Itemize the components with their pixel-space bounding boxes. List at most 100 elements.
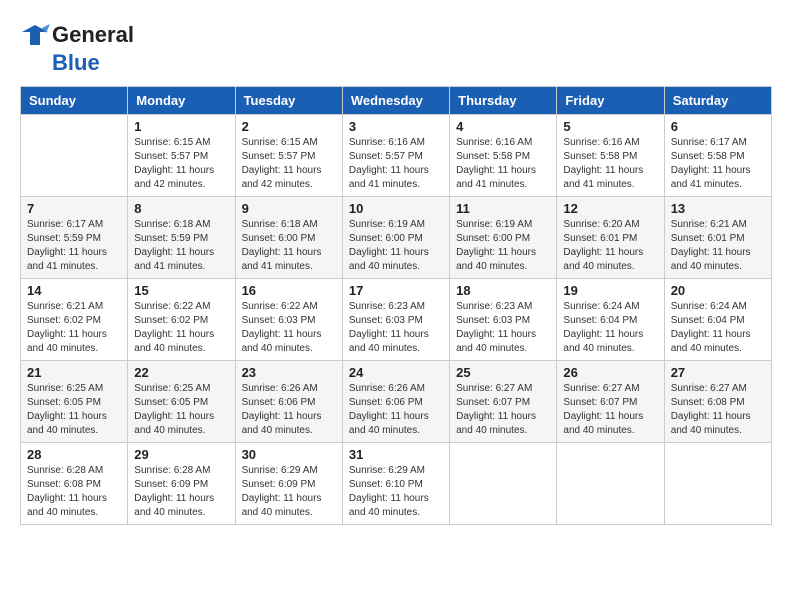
calendar-cell: 28 Sunrise: 6:28 AM Sunset: 6:08 PM Dayli… [21,443,128,525]
day-info: Sunrise: 6:18 AM Sunset: 6:00 PM Dayligh… [242,218,336,274]
logo-text-blue: Blue [52,50,100,76]
calendar-week-row: 14 Sunrise: 6:21 AM Sunset: 6:02 PM Dayli… [21,279,772,361]
day-number: 9 [242,201,336,216]
day-number: 31 [349,447,443,462]
calendar-cell: 1 Sunrise: 6:15 AM Sunset: 5:57 PM Daylig… [128,115,235,197]
calendar-cell: 25 Sunrise: 6:27 AM Sunset: 6:07 PM Dayli… [450,361,557,443]
calendar-cell [21,115,128,197]
calendar-week-row: 1 Sunrise: 6:15 AM Sunset: 5:57 PM Daylig… [21,115,772,197]
calendar-cell: 11 Sunrise: 6:19 AM Sunset: 6:00 PM Dayli… [450,197,557,279]
day-info: Sunrise: 6:27 AM Sunset: 6:07 PM Dayligh… [456,382,550,438]
calendar-cell [664,443,771,525]
day-number: 17 [349,283,443,298]
day-info: Sunrise: 6:26 AM Sunset: 6:06 PM Dayligh… [349,382,443,438]
calendar-cell: 13 Sunrise: 6:21 AM Sunset: 6:01 PM Dayli… [664,197,771,279]
calendar-cell: 3Sunrise: 6:16 AM Sunset: 5:57 PM Daylig… [342,115,449,197]
calendar-cell: 9 Sunrise: 6:18 AM Sunset: 6:00 PM Daylig… [235,197,342,279]
day-info: Sunrise: 6:16 AM Sunset: 5:57 PM Dayligh… [349,136,443,192]
day-number: 15 [134,283,228,298]
calendar-cell: 10Sunrise: 6:19 AM Sunset: 6:00 PM Dayli… [342,197,449,279]
day-info: Sunrise: 6:21 AM Sunset: 6:01 PM Dayligh… [671,218,765,274]
day-info: Sunrise: 6:26 AM Sunset: 6:06 PM Dayligh… [242,382,336,438]
day-number: 28 [27,447,121,462]
day-info: Sunrise: 6:28 AM Sunset: 6:08 PM Dayligh… [27,464,121,520]
day-info: Sunrise: 6:17 AM Sunset: 5:59 PM Dayligh… [27,218,121,274]
calendar-cell [450,443,557,525]
day-info: Sunrise: 6:15 AM Sunset: 5:57 PM Dayligh… [134,136,228,192]
day-number: 8 [134,201,228,216]
calendar-cell: 20Sunrise: 6:24 AM Sunset: 6:04 PM Dayli… [664,279,771,361]
day-info: Sunrise: 6:23 AM Sunset: 6:03 PM Dayligh… [456,300,550,356]
day-number: 12 [563,201,657,216]
logo-text-general: General [52,22,134,48]
column-header-tuesday: Tuesday [235,87,342,115]
calendar-cell: 14 Sunrise: 6:21 AM Sunset: 6:02 PM Dayli… [21,279,128,361]
column-header-monday: Monday [128,87,235,115]
day-info: Sunrise: 6:18 AM Sunset: 5:59 PM Dayligh… [134,218,228,274]
calendar-table: SundayMondayTuesdayWednesdayThursdayFrid… [20,86,772,525]
calendar-cell: 8 Sunrise: 6:18 AM Sunset: 5:59 PM Daylig… [128,197,235,279]
day-number: 14 [27,283,121,298]
column-header-sunday: Sunday [21,87,128,115]
calendar-cell: 6Sunrise: 6:17 AM Sunset: 5:58 PM Daylig… [664,115,771,197]
calendar-cell: 31 Sunrise: 6:29 AM Sunset: 6:10 PM Dayli… [342,443,449,525]
calendar-week-row: 7 Sunrise: 6:17 AM Sunset: 5:59 PM Daylig… [21,197,772,279]
day-number: 5 [563,119,657,134]
day-number: 22 [134,365,228,380]
calendar-cell: 4 Sunrise: 6:16 AM Sunset: 5:58 PM Daylig… [450,115,557,197]
calendar-cell: 22Sunrise: 6:25 AM Sunset: 6:05 PM Dayli… [128,361,235,443]
calendar-cell: 30 Sunrise: 6:29 AM Sunset: 6:09 PM Dayli… [235,443,342,525]
day-info: Sunrise: 6:23 AM Sunset: 6:03 PM Dayligh… [349,300,443,356]
day-info: Sunrise: 6:21 AM Sunset: 6:02 PM Dayligh… [27,300,121,356]
day-number: 21 [27,365,121,380]
day-number: 13 [671,201,765,216]
day-number: 25 [456,365,550,380]
day-info: Sunrise: 6:28 AM Sunset: 6:09 PM Dayligh… [134,464,228,520]
day-info: Sunrise: 6:24 AM Sunset: 6:04 PM Dayligh… [563,300,657,356]
day-number: 19 [563,283,657,298]
day-info: Sunrise: 6:22 AM Sunset: 6:02 PM Dayligh… [134,300,228,356]
calendar-week-row: 21 Sunrise: 6:25 AM Sunset: 6:05 PM Dayli… [21,361,772,443]
day-info: Sunrise: 6:15 AM Sunset: 5:57 PM Dayligh… [242,136,336,192]
day-number: 16 [242,283,336,298]
calendar-cell: 15 Sunrise: 6:22 AM Sunset: 6:02 PM Dayli… [128,279,235,361]
day-number: 30 [242,447,336,462]
day-info: Sunrise: 6:16 AM Sunset: 5:58 PM Dayligh… [456,136,550,192]
calendar-cell: 24 Sunrise: 6:26 AM Sunset: 6:06 PM Dayli… [342,361,449,443]
calendar-cell: 26 Sunrise: 6:27 AM Sunset: 6:07 PM Dayli… [557,361,664,443]
day-info: Sunrise: 6:24 AM Sunset: 6:04 PM Dayligh… [671,300,765,356]
calendar-cell: 5 Sunrise: 6:16 AM Sunset: 5:58 PM Daylig… [557,115,664,197]
day-info: Sunrise: 6:29 AM Sunset: 6:09 PM Dayligh… [242,464,336,520]
day-info: Sunrise: 6:29 AM Sunset: 6:10 PM Dayligh… [349,464,443,520]
calendar-cell: 18Sunrise: 6:23 AM Sunset: 6:03 PM Dayli… [450,279,557,361]
calendar-header-row: SundayMondayTuesdayWednesdayThursdayFrid… [21,87,772,115]
day-info: Sunrise: 6:19 AM Sunset: 6:00 PM Dayligh… [349,218,443,274]
day-number: 29 [134,447,228,462]
calendar-cell: 19 Sunrise: 6:24 AM Sunset: 6:04 PM Dayli… [557,279,664,361]
day-number: 7 [27,201,121,216]
day-number: 11 [456,201,550,216]
day-number: 1 [134,119,228,134]
calendar-cell: 17 Sunrise: 6:23 AM Sunset: 6:03 PM Dayli… [342,279,449,361]
page-header: General Blue [20,20,772,76]
day-info: Sunrise: 6:16 AM Sunset: 5:58 PM Dayligh… [563,136,657,192]
day-info: Sunrise: 6:27 AM Sunset: 6:08 PM Dayligh… [671,382,765,438]
day-info: Sunrise: 6:20 AM Sunset: 6:01 PM Dayligh… [563,218,657,274]
day-info: Sunrise: 6:17 AM Sunset: 5:58 PM Dayligh… [671,136,765,192]
calendar-cell: 16 Sunrise: 6:22 AM Sunset: 6:03 PM Dayli… [235,279,342,361]
calendar-cell: 23Sunrise: 6:26 AM Sunset: 6:06 PM Dayli… [235,361,342,443]
column-header-saturday: Saturday [664,87,771,115]
day-number: 2 [242,119,336,134]
calendar-cell: 29 Sunrise: 6:28 AM Sunset: 6:09 PM Dayli… [128,443,235,525]
day-info: Sunrise: 6:22 AM Sunset: 6:03 PM Dayligh… [242,300,336,356]
calendar-cell: 7 Sunrise: 6:17 AM Sunset: 5:59 PM Daylig… [21,197,128,279]
calendar-cell: 12 Sunrise: 6:20 AM Sunset: 6:01 PM Dayli… [557,197,664,279]
day-info: Sunrise: 6:27 AM Sunset: 6:07 PM Dayligh… [563,382,657,438]
calendar-cell: 2 Sunrise: 6:15 AM Sunset: 5:57 PM Daylig… [235,115,342,197]
day-number: 26 [563,365,657,380]
day-info: Sunrise: 6:19 AM Sunset: 6:00 PM Dayligh… [456,218,550,274]
calendar-week-row: 28 Sunrise: 6:28 AM Sunset: 6:08 PM Dayli… [21,443,772,525]
day-number: 24 [349,365,443,380]
day-number: 4 [456,119,550,134]
day-info: Sunrise: 6:25 AM Sunset: 6:05 PM Dayligh… [27,382,121,438]
